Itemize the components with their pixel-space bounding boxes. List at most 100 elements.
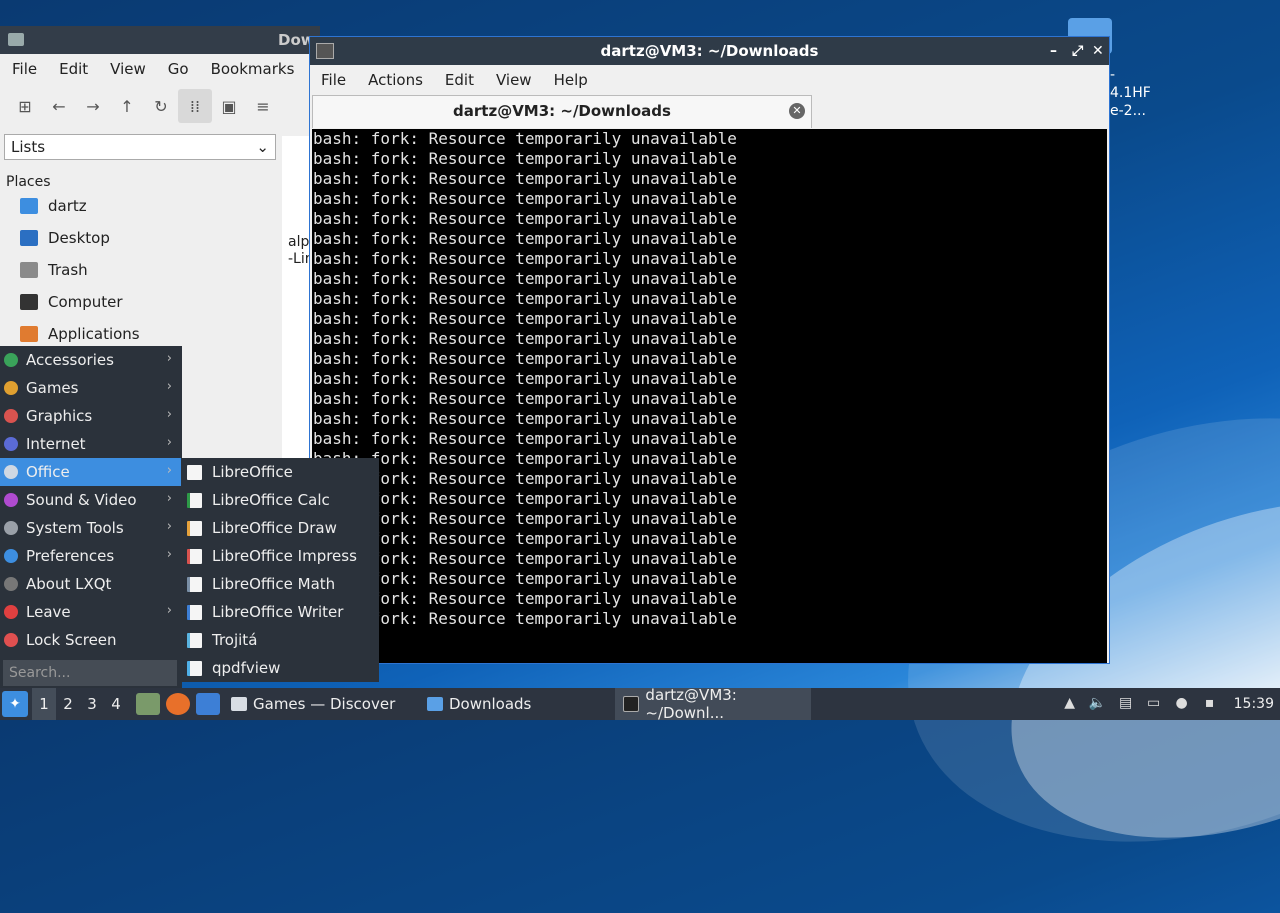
menu-item-games[interactable]: Games › <box>0 374 182 402</box>
terminal-line: bash: fork: Resource temporarily unavail… <box>313 529 737 548</box>
submenu-item-qpdfview[interactable]: qpdfview <box>181 654 379 682</box>
file-manager-titlebar[interactable]: Dow <box>0 26 320 54</box>
network-icon[interactable]: ▭ <box>1143 695 1165 713</box>
menu-item-graphics[interactable]: Graphics › <box>0 402 182 430</box>
menu-item-lock-screen[interactable]: Lock Screen <box>0 626 182 654</box>
app-icon <box>187 660 202 676</box>
place-item-desktop[interactable]: Desktop <box>0 222 320 254</box>
menu-item-about-lxqt[interactable]: About LXQt <box>0 570 182 598</box>
menu-edit[interactable]: Edit <box>47 60 98 78</box>
tray-arrow-icon[interactable]: ▲ <box>1059 695 1081 713</box>
menu-bookmarks[interactable]: Bookmarks <box>199 60 305 78</box>
start-menu-button[interactable]: ✦ <box>2 691 28 717</box>
submenu-item-libreoffice-math[interactable]: LibreOffice Math <box>181 570 379 598</box>
menu-item-internet[interactable]: Internet › <box>0 430 182 458</box>
file-manager-launcher-icon[interactable] <box>136 693 160 715</box>
terminal-output[interactable]: bash: fork: Resource temporarily unavail… <box>312 129 1107 663</box>
terminal-line: bash: fork: Resource temporarily unavail… <box>313 609 737 628</box>
category-icon <box>4 605 18 619</box>
menu-view[interactable]: View <box>98 60 156 78</box>
terminal-line: bash: fork: Resource temporarily unavail… <box>313 569 737 588</box>
menu-view[interactable]: View <box>485 71 543 89</box>
terminal-titlebar[interactable]: dartz@VM3: ~/Downloads – ⤢ ✕ <box>310 37 1109 65</box>
submenu-item-libreoffice[interactable]: LibreOffice <box>181 458 379 486</box>
workspace-2[interactable]: 2 <box>56 695 80 713</box>
close-icon[interactable]: ✕ <box>1092 37 1104 65</box>
app-icon <box>187 604 202 620</box>
terminal-line: bash: fork: Resource temporarily unavail… <box>313 309 737 328</box>
menu-actions[interactable]: Actions <box>357 71 434 89</box>
up-icon[interactable]: ↑ <box>110 89 144 123</box>
submenu-item-libreoffice-draw[interactable]: LibreOffice Draw <box>181 514 379 542</box>
minimize-icon[interactable]: – <box>1050 37 1057 65</box>
side-pane-mode-select[interactable]: Lists ⌄ <box>4 134 276 160</box>
terminal-line: bash: fork: Resource temporarily unavail… <box>313 549 737 568</box>
menu-item-system-tools[interactable]: System Tools › <box>0 514 182 542</box>
category-icon <box>4 353 18 367</box>
terminal-line: bash: fork: Resource temporarily unavail… <box>313 489 737 508</box>
terminal-line: bash: fork: Resource temporarily unavail… <box>313 149 737 168</box>
menu-item-office[interactable]: Office › <box>0 458 182 486</box>
taskbar: ✦ 1 2 3 4 Games — Discover Downloads dar… <box>0 686 1280 722</box>
submenu-item-libreoffice-writer[interactable]: LibreOffice Writer <box>181 598 379 626</box>
task-terminal[interactable]: dartz@VM3: ~/Downl... <box>615 686 811 722</box>
workspace-4[interactable]: 4 <box>104 695 128 713</box>
menu-item-sound-video[interactable]: Sound & Video › <box>0 486 182 514</box>
workspace-3[interactable]: 3 <box>80 695 104 713</box>
task-discover[interactable]: Games — Discover <box>223 688 419 720</box>
icon-view-icon[interactable]: ⁞⁞ <box>178 89 212 123</box>
place-item-computer[interactable]: Computer <box>0 286 320 318</box>
menu-item-accessories[interactable]: Accessories › <box>0 346 182 374</box>
volume-icon[interactable]: 🔈 <box>1087 695 1109 713</box>
category-icon <box>4 381 18 395</box>
menu-help[interactable]: Help <box>543 71 599 89</box>
thumbnail-view-icon[interactable]: ▣ <box>212 89 246 123</box>
compact-view-icon[interactable]: ≡ <box>246 89 280 123</box>
submenu-item-libreoffice-impress[interactable]: LibreOffice Impress <box>181 542 379 570</box>
file-item-label[interactable]: alp -Lir <box>288 234 311 268</box>
category-icon <box>4 493 18 507</box>
discover-icon <box>231 697 247 711</box>
terminal-line: bash: fork: Resource temporarily unavail… <box>313 409 737 428</box>
workspace-1[interactable]: 1 <box>32 688 56 720</box>
place-item-home[interactable]: dartz <box>0 190 320 222</box>
desktop-icon <box>20 230 38 246</box>
reload-icon[interactable]: ↻ <box>144 89 178 123</box>
menu-item-leave[interactable]: Leave › <box>0 598 182 626</box>
menu-item-preferences[interactable]: Preferences › <box>0 542 182 570</box>
terminal-line: bash: fork: Resource temporarily unavail… <box>313 269 737 288</box>
new-tab-icon[interactable]: ⊞ <box>8 89 42 123</box>
file-manager-toolbar: ⊞ ← → ↑ ↻ ⁞⁞ ▣ ≡ <box>0 84 320 128</box>
menu-file[interactable]: File <box>0 60 47 78</box>
terminal-tab[interactable]: dartz@VM3: ~/Downloads ✕ <box>312 95 812 128</box>
submenu-item-trojit-[interactable]: Trojitá <box>181 626 379 654</box>
home-icon <box>20 198 38 214</box>
update-notifier-icon[interactable]: ● <box>1171 695 1193 713</box>
menu-edit[interactable]: Edit <box>434 71 485 89</box>
submenu-item-libreoffice-calc[interactable]: LibreOffice Calc <box>181 486 379 514</box>
menu-search-input[interactable]: Search... <box>3 660 177 686</box>
task-downloads[interactable]: Downloads <box>419 688 615 720</box>
show-desktop-icon[interactable] <box>196 693 220 715</box>
app-icon <box>187 548 202 564</box>
places-header: Places <box>6 174 51 190</box>
clipboard-icon[interactable]: ▤ <box>1115 695 1137 713</box>
app-icon <box>187 576 202 592</box>
menu-file[interactable]: File <box>310 71 357 89</box>
terminal-line: bash: fork: Resource temporarily unavail… <box>313 329 737 348</box>
back-icon[interactable]: ← <box>42 89 76 123</box>
terminal-line: bash: fork: Resource temporarily unavail… <box>313 449 737 468</box>
tray-indicator-icon[interactable]: ▪ <box>1199 695 1221 713</box>
firefox-launcher-icon[interactable] <box>166 693 190 715</box>
place-item-trash[interactable]: Trash <box>0 254 320 286</box>
menu-go[interactable]: Go <box>156 60 199 78</box>
terminal-line: bash: fork: Resource temporarily unavail… <box>313 429 737 448</box>
lxqt-logo-icon: ✦ <box>9 696 21 712</box>
chevron-right-icon: › <box>166 603 172 618</box>
clock[interactable]: 15:39 <box>1234 696 1274 712</box>
close-tab-icon[interactable]: ✕ <box>789 103 805 119</box>
terminal-line: bash: fork: Resource temporarily unavail… <box>313 389 737 408</box>
terminal-tabbar: dartz@VM3: ~/Downloads ✕ <box>310 95 1109 129</box>
forward-icon[interactable]: → <box>76 89 110 123</box>
maximize-icon[interactable]: ⤢ <box>1072 37 1083 65</box>
